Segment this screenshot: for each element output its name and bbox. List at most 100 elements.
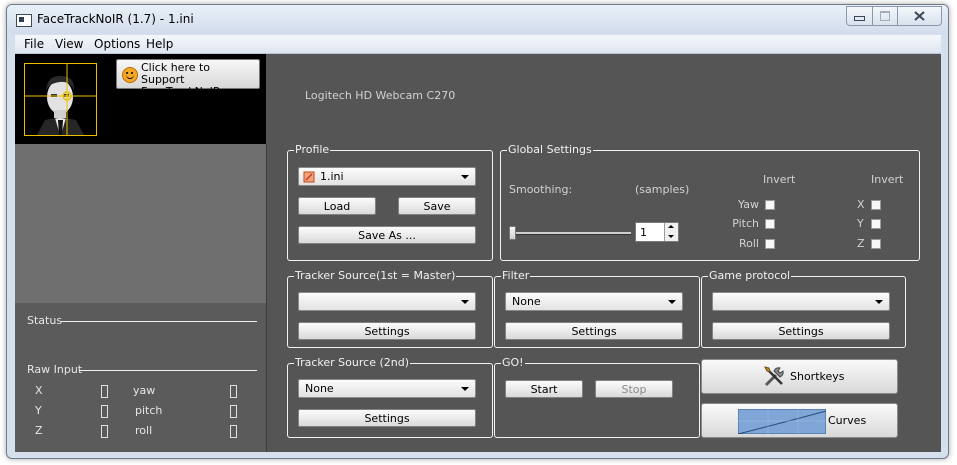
roll-label: roll: [135, 424, 153, 437]
filter-settings-button[interactable]: Settings: [505, 322, 683, 340]
load-button[interactable]: Load: [298, 197, 376, 215]
invert-x-label: X: [857, 198, 865, 211]
invert-x-checkbox[interactable]: [871, 200, 881, 210]
head-pose-image: [24, 63, 97, 136]
maximize-icon: [880, 11, 890, 21]
curve-preview-icon: [738, 409, 826, 434]
curves-label: Curves: [828, 414, 867, 427]
panel-divider: [266, 144, 267, 452]
face-icon: [25, 64, 96, 135]
samples-label: (samples): [635, 183, 690, 196]
axis-x-label: X: [35, 384, 43, 397]
spin-up-icon: [668, 225, 674, 228]
curves-button[interactable]: Curves: [701, 403, 898, 438]
invert-roll-checkbox[interactable]: [765, 239, 775, 249]
tracker-source-2-settings-button[interactable]: Settings: [298, 409, 476, 427]
tracker-source-2-label: Tracker Source (2nd): [294, 356, 410, 369]
axis-z-label: Z: [35, 424, 43, 437]
game-protocol-label: Game protocol: [708, 269, 792, 282]
chevron-down-icon: [461, 175, 469, 179]
yaw-label: yaw: [133, 384, 156, 397]
roll-value: [230, 425, 237, 438]
profile-file-icon: [303, 171, 315, 183]
menu-view[interactable]: View: [55, 37, 83, 51]
filter-label: Filter: [501, 269, 531, 282]
filter-select[interactable]: None: [505, 292, 683, 311]
app-icon: [16, 14, 32, 27]
status-label: Status: [27, 314, 63, 327]
close-button[interactable]: [898, 6, 942, 26]
shortkeys-button[interactable]: Shortkeys: [701, 359, 898, 394]
tracker-source-1-select[interactable]: [298, 292, 476, 311]
profile-label: Profile: [294, 143, 331, 156]
invert-pitch-checkbox[interactable]: [765, 219, 775, 229]
axis-y-value: [101, 405, 108, 418]
profile-value: 1.ini: [320, 170, 344, 183]
tracker-source-1-settings-button[interactable]: Settings: [298, 322, 476, 340]
save-button[interactable]: Save: [398, 197, 476, 215]
yaw-value: [230, 385, 237, 398]
invert-y-label: Y: [857, 217, 864, 230]
tools-icon: [764, 366, 784, 387]
start-button[interactable]: Start: [505, 380, 583, 398]
smoothing-label: Smoothing:: [509, 183, 573, 196]
minimize-icon: [854, 16, 865, 21]
smoothing-value: 1: [640, 226, 647, 239]
smoothing-slider[interactable]: [509, 226, 631, 240]
slider-track: [509, 232, 631, 235]
pitch-value: [230, 405, 237, 418]
support-button[interactable]: Click here to Support FaceTrackNoIR: [116, 59, 260, 98]
tracker-source-2-value: None: [305, 382, 334, 395]
global-settings-label: Global Settings: [507, 143, 593, 156]
game-protocol-select[interactable]: [712, 292, 890, 311]
minimize-button[interactable]: [846, 6, 873, 26]
invert-position-heading: Invert: [871, 173, 904, 186]
invert-pitch-label: Pitch: [732, 217, 759, 230]
maximize-button[interactable]: [873, 6, 898, 26]
chevron-down-icon: [461, 300, 469, 304]
menu-options[interactable]: Options: [94, 37, 140, 51]
chevron-down-icon: [875, 300, 883, 304]
pitch-label: pitch: [135, 404, 163, 417]
filter-group: Filter None Settings: [494, 269, 700, 348]
tracker-source-1-group: Tracker Source(1st = Master) Settings: [287, 269, 493, 348]
invert-rotation-heading: Invert: [763, 173, 796, 186]
axis-y-label: Y: [35, 404, 42, 417]
video-header-panel: Click here to Support FaceTrackNoIR: [15, 54, 266, 144]
support-line-2: Support FaceTrackNoIR: [141, 73, 221, 98]
game-protocol-settings-button[interactable]: Settings: [712, 322, 890, 340]
profile-select[interactable]: 1.ini: [298, 167, 476, 186]
shortkeys-label: Shortkeys: [790, 370, 845, 383]
invert-z-checkbox[interactable]: [871, 239, 881, 249]
camera-name: Logitech HD Webcam C270: [305, 89, 456, 102]
smoothing-spinbox[interactable]: 1: [635, 222, 679, 242]
title-bar[interactable]: FaceTrackNoIR (1.7) - 1.ini: [7, 5, 948, 34]
invert-z-label: Z: [857, 237, 865, 250]
invert-y-checkbox[interactable]: [871, 219, 881, 229]
slider-thumb[interactable]: [509, 226, 516, 240]
stop-button[interactable]: Stop: [595, 380, 673, 398]
axis-z-value: [101, 425, 108, 438]
save-as-button[interactable]: Save As ...: [298, 226, 476, 244]
invert-roll-label: Roll: [739, 237, 759, 250]
status-divider: [61, 321, 257, 322]
window-title: FaceTrackNoIR (1.7) - 1.ini: [37, 12, 194, 26]
filter-value: None: [512, 295, 541, 308]
close-icon: [914, 11, 925, 21]
tracker-source-2-select[interactable]: None: [298, 379, 476, 398]
go-group: GO! Start Stop: [494, 356, 700, 438]
axis-x-value: [101, 385, 108, 398]
raw-input-divider: [79, 370, 257, 371]
global-settings-group: Global Settings Smoothing: (samples) 1 I…: [500, 143, 920, 261]
menu-file[interactable]: File: [24, 37, 44, 51]
video-preview-area: [15, 144, 266, 303]
chevron-down-icon: [461, 387, 469, 391]
profile-group: Profile 1.ini Load Save Save As ...: [287, 143, 493, 261]
spin-down-button[interactable]: [664, 232, 678, 241]
invert-yaw-checkbox[interactable]: [765, 200, 775, 210]
invert-yaw-label: Yaw: [738, 198, 759, 211]
go-label: GO!: [501, 356, 525, 369]
chevron-down-icon: [668, 300, 676, 304]
menu-help[interactable]: Help: [146, 37, 173, 51]
tracker-source-2-group: Tracker Source (2nd) None Settings: [287, 356, 493, 438]
